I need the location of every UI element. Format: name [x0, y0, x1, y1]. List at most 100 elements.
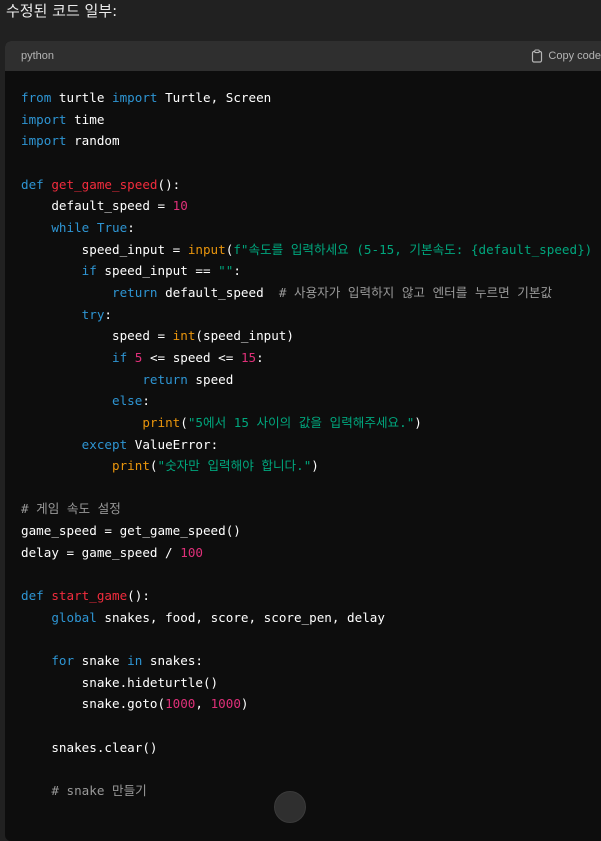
code-token: (): — [157, 176, 181, 192]
code-token: ( — [149, 458, 158, 474]
code-token: ) — [240, 696, 249, 712]
code-token: (): — [127, 588, 150, 604]
code-token: start_game — [51, 588, 128, 604]
message-heading: 수정된 코드 일부: — [6, 2, 118, 20]
code-token: speed — [187, 371, 234, 387]
code-token: : — [233, 263, 241, 279]
code-token: speed_input == — [96, 263, 219, 279]
code-line: snake.hideturtle() — [21, 672, 601, 694]
code-token: import — [21, 133, 67, 149]
code-language-label: python — [21, 50, 55, 62]
code-token: snakes, food, score, score_pen, delay — [96, 609, 385, 625]
code-line: else: — [21, 390, 601, 412]
code-token: "5에서 15 사이의 값을 입력해주세요." — [187, 414, 415, 430]
code-line: import time — [21, 109, 601, 131]
code-line: try: — [21, 304, 601, 326]
code-token: int — [172, 328, 196, 344]
code-token: 10 — [172, 198, 188, 214]
code-token: print — [112, 458, 150, 474]
code-token: 15 — [240, 349, 257, 365]
code-line: print("5에서 15 사이의 값을 입력해주세요.") — [21, 412, 601, 434]
code-line: return speed — [21, 369, 601, 391]
code-token: ) — [311, 458, 319, 474]
code-token: Turtle, Screen — [157, 90, 272, 105]
code-token: 1000 — [165, 696, 196, 712]
code-token: in — [127, 653, 143, 669]
code-token: # snake 만들기 — [51, 783, 147, 798]
code-token: default_speed — [157, 284, 279, 300]
code-line: except ValueError: — [21, 434, 601, 456]
code-line: snake.goto(1000, 1000) — [21, 693, 601, 715]
code-token: ) — [414, 414, 422, 430]
code-token: 1000 — [210, 696, 241, 712]
code-token: except — [81, 436, 128, 452]
code-token: return — [142, 371, 188, 387]
code-token: print — [142, 414, 181, 430]
code-line: default_speed = 10 — [21, 195, 601, 217]
code-token: speed = — [21, 328, 173, 344]
code-token: input — [187, 241, 226, 257]
code-token: # 게임 속도 설정 — [21, 501, 121, 517]
code-content: from turtle import Turtle, Screen import … — [5, 71, 601, 802]
code-token: default_speed = — [21, 198, 173, 214]
code-token: from — [21, 90, 52, 105]
code-token: ValueError: — [127, 436, 219, 452]
code-line: game_speed = get_game_speed() — [21, 520, 601, 542]
code-line: return default_speed # 사용자가 입력하지 않고 엔터를 … — [21, 282, 601, 304]
code-token: <= speed <= — [142, 349, 241, 365]
code-token: snakes.clear() — [21, 739, 158, 755]
code-token: (speed_input) — [195, 328, 294, 344]
code-token: try — [81, 306, 105, 322]
code-line: delay = game_speed / 100 — [21, 542, 601, 564]
code-token: delay = game_speed / — [21, 544, 181, 560]
code-token: time — [66, 111, 105, 127]
code-line: for snake in snakes: — [21, 650, 601, 672]
code-token: turtle — [51, 90, 113, 105]
code-line: # 게임 속도 설정 — [21, 498, 601, 520]
scroll-to-bottom-button[interactable] — [274, 791, 306, 823]
code-token: game_speed = get_game_speed() — [21, 523, 241, 539]
code-block: python Copy code from turtle import Turt… — [5, 41, 601, 841]
code-token: for — [51, 653, 75, 669]
code-line: if speed_input == "": — [21, 260, 601, 282]
code-line: global snakes, food, score, score_pen, d… — [21, 607, 601, 629]
code-token: ( — [180, 414, 188, 430]
code-token: 100 — [180, 544, 203, 560]
code-token: random — [66, 133, 120, 149]
code-token: "숫자만 입력해야 합니다." — [157, 458, 312, 474]
code-token: : — [127, 219, 135, 235]
code-line: def get_game_speed(): — [21, 174, 601, 196]
code-line: speed = int(speed_input) — [21, 325, 601, 347]
code-token: while — [51, 219, 90, 235]
code-token: , — [195, 696, 211, 712]
code-token: return — [112, 284, 158, 300]
copy-code-label: Copy code — [548, 50, 601, 62]
code-line: def start_game(): — [21, 585, 601, 607]
copy-code-button[interactable]: Copy code — [531, 49, 601, 63]
code-line: speed_input = input(f"속도를 입력하세요 (5-15, 기… — [21, 239, 601, 261]
code-block-header: python Copy code — [5, 41, 601, 71]
code-token: get_game_speed — [51, 176, 158, 192]
code-token: snakes: — [142, 653, 204, 669]
code-token: : — [104, 306, 113, 322]
code-token: global — [51, 609, 97, 625]
code-token: if — [81, 263, 97, 279]
code-token: def — [21, 176, 44, 192]
code-token: snake — [74, 653, 128, 669]
code-token: "" — [218, 263, 234, 279]
code-token: True — [96, 219, 128, 235]
code-line: if 5 <= speed <= 15: — [21, 347, 601, 369]
